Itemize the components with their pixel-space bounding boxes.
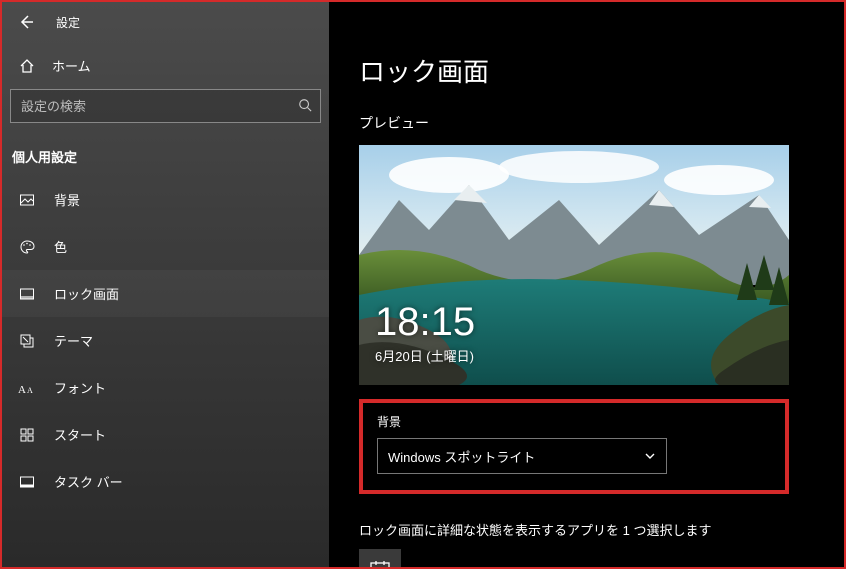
sidebar-nav: 背景 色 ロック画面 テーマ <box>2 176 329 505</box>
sidebar: 設定 ホーム 個人用設定 背景 <box>2 2 329 567</box>
sidebar-item-label: 背景 <box>54 190 80 209</box>
preview-date: 6月20日 (土曜日) <box>375 346 475 365</box>
category-heading: 個人用設定 <box>2 129 329 176</box>
background-dropdown-value: Windows スポットライト <box>388 447 535 466</box>
main-content: ロック画面 プレビュー <box>329 2 844 567</box>
picture-icon <box>18 192 36 208</box>
home-label: ホーム <box>52 56 91 75</box>
sidebar-item-label: ロック画面 <box>54 284 119 303</box>
sidebar-item-background[interactable]: 背景 <box>2 176 329 223</box>
preview-label: プレビュー <box>359 113 814 133</box>
detailed-status-app-tile[interactable] <box>359 549 401 567</box>
sidebar-item-label: 色 <box>54 237 67 256</box>
home-icon <box>18 58 36 74</box>
preview-overlay: 18:15 6月20日 (土曜日) <box>375 302 475 365</box>
font-icon: AA <box>18 381 36 395</box>
background-setting-highlight: 背景 Windows スポットライト <box>359 399 789 494</box>
start-icon <box>18 427 36 443</box>
svg-text:A: A <box>27 386 33 395</box>
preview-time: 18:15 <box>375 302 475 342</box>
lockscreen-preview: 18:15 6月20日 (土曜日) <box>359 145 789 385</box>
chevron-down-icon <box>644 450 656 462</box>
back-button[interactable] <box>14 10 38 34</box>
search-input[interactable] <box>21 99 292 114</box>
sidebar-item-label: スタート <box>54 425 106 444</box>
home-button[interactable]: ホーム <box>2 42 329 89</box>
svg-text:A: A <box>18 384 26 395</box>
sidebar-item-taskbar[interactable]: タスク バー <box>2 458 329 505</box>
search-box[interactable] <box>10 89 321 123</box>
calendar-icon <box>369 559 391 567</box>
search-icon <box>292 98 312 115</box>
sidebar-item-fonts[interactable]: AA フォント <box>2 364 329 411</box>
lockscreen-icon <box>18 286 36 302</box>
detailed-status-app-label: ロック画面に詳細な状態を表示するアプリを 1 つ選択します <box>359 520 814 539</box>
background-field-label: 背景 <box>377 413 771 430</box>
window-title: 設定 <box>56 14 80 31</box>
taskbar-icon <box>18 474 36 490</box>
sidebar-item-lockscreen[interactable]: ロック画面 <box>2 270 329 317</box>
page-title: ロック画面 <box>359 52 814 89</box>
titlebar: 設定 <box>2 2 329 42</box>
sidebar-item-label: フォント <box>54 378 106 397</box>
sidebar-item-colors[interactable]: 色 <box>2 223 329 270</box>
sidebar-item-themes[interactable]: テーマ <box>2 317 329 364</box>
background-dropdown[interactable]: Windows スポットライト <box>377 438 667 474</box>
sidebar-item-label: タスク バー <box>54 472 123 491</box>
palette-icon <box>18 239 36 255</box>
sidebar-item-start[interactable]: スタート <box>2 411 329 458</box>
sidebar-item-label: テーマ <box>54 331 93 350</box>
arrow-left-icon <box>18 14 34 30</box>
theme-icon <box>18 333 36 349</box>
